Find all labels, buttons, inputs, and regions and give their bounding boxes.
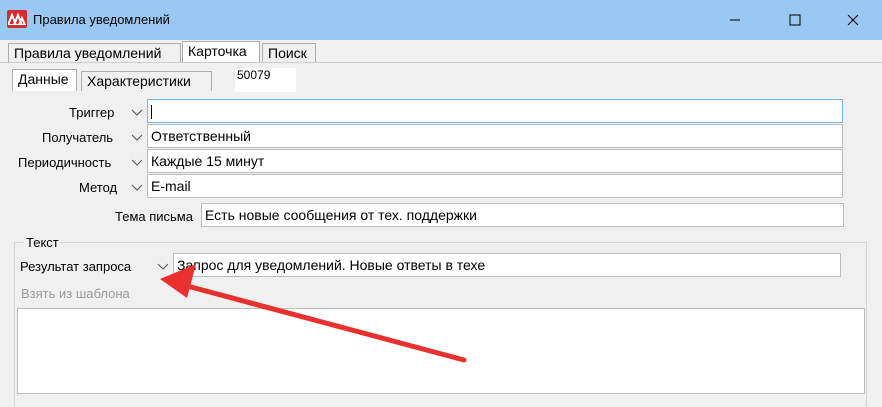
method-label: Метод: [79, 180, 118, 195]
recipient-input[interactable]: Ответственный: [147, 124, 843, 148]
close-button[interactable]: [830, 0, 876, 40]
subtab-data[interactable]: Данные: [12, 69, 77, 91]
subtab-label: Данные: [18, 71, 69, 87]
text-caret: [151, 105, 152, 120]
method-input[interactable]: E-mail: [147, 174, 843, 198]
tab-label: Поиск: [268, 45, 307, 61]
chevron-down-icon[interactable]: [129, 154, 145, 170]
recipient-label: Получатель: [42, 130, 114, 145]
chevron-down-icon[interactable]: [129, 104, 145, 120]
periodicity-input[interactable]: Каждые 15 минут: [147, 149, 843, 173]
subject-input[interactable]: Есть новые сообщения от тех. поддержки: [201, 203, 844, 227]
minimize-icon: [730, 19, 740, 21]
periodicity-label: Периодичность: [18, 155, 112, 170]
tab-search[interactable]: Поиск: [262, 43, 316, 63]
chevron-down-icon[interactable]: [129, 179, 145, 195]
message-body-textarea[interactable]: [17, 308, 865, 394]
close-icon: [847, 14, 859, 26]
query-result-label: Результат запроса: [20, 259, 132, 274]
take-from-template-link[interactable]: Взять из шаблона: [21, 286, 130, 301]
subject-label: Тема письма: [115, 209, 193, 224]
chevron-down-icon[interactable]: [129, 129, 145, 145]
app-logo-icon: [7, 10, 27, 28]
trigger-input[interactable]: [147, 99, 843, 123]
tab-card[interactable]: Карточка: [182, 41, 260, 63]
query-result-input[interactable]: Запрос для уведомлений. Новые ответы в т…: [173, 253, 841, 277]
subtab-characteristics[interactable]: Характеристики: [81, 71, 212, 91]
chevron-down-icon[interactable]: [155, 258, 171, 274]
window-title: Правила уведомлений: [33, 12, 170, 27]
minimize-button[interactable]: [712, 0, 758, 40]
maximize-icon: [789, 14, 801, 26]
record-id: 50079: [235, 68, 297, 92]
maximize-button[interactable]: [772, 0, 818, 40]
trigger-label: Триггер: [69, 105, 115, 120]
tab-label: Правила уведомлений: [14, 45, 162, 61]
tab-label: Карточка: [188, 43, 247, 59]
text-group-title: Текст: [24, 235, 61, 250]
window-titlebar[interactable]: Правила уведомлений: [0, 0, 882, 40]
tab-notification-rules[interactable]: Правила уведомлений: [8, 43, 181, 63]
subtab-label: Характеристики: [87, 73, 191, 89]
